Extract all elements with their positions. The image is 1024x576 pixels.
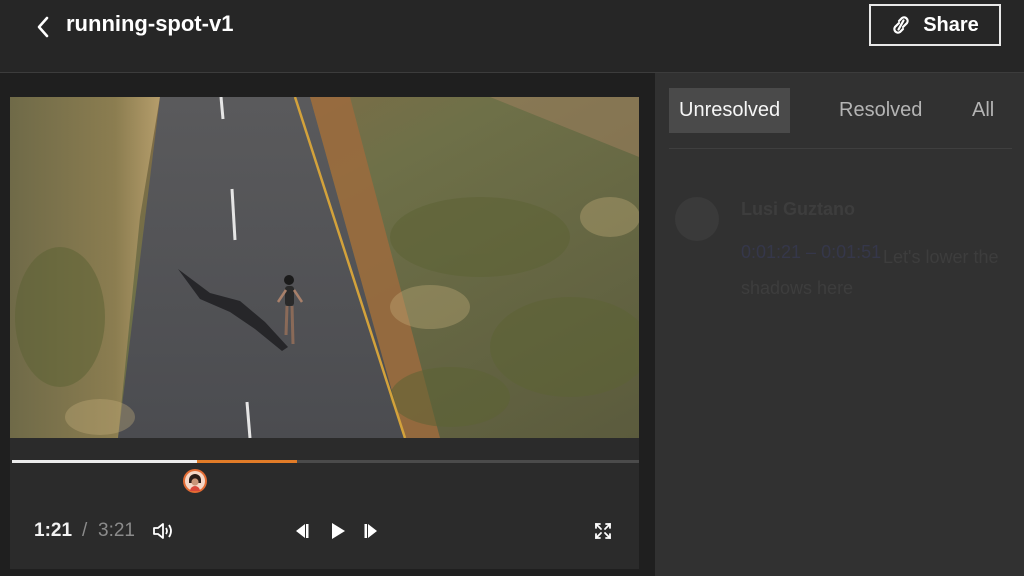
volume-button[interactable] (151, 518, 177, 544)
comment-author: Lusi Guztano (741, 199, 855, 219)
next-frame-icon (364, 524, 377, 538)
page-title: running-spot-v1 (66, 11, 234, 36)
previous-frame-icon (296, 524, 309, 538)
timeline-played (12, 460, 197, 463)
time-separator: / (82, 520, 88, 541)
tab-label: All (972, 99, 995, 121)
timeline-comment-range (196, 460, 298, 463)
current-time: 1:21 (34, 520, 73, 541)
link-icon (893, 16, 909, 34)
tab-resolved[interactable]: Resolved (839, 88, 922, 133)
video-frame[interactable] (10, 97, 639, 438)
video-image (10, 97, 639, 438)
back-button[interactable] (30, 12, 56, 42)
previous-frame-button[interactable] (288, 518, 314, 544)
tabs-divider (669, 148, 1012, 149)
avatar (185, 471, 205, 491)
tab-label: Unresolved (679, 99, 781, 121)
comment-marker-avatar[interactable] (183, 469, 207, 493)
tab-all[interactable]: All (972, 88, 994, 133)
player-controls: 1:21 / 3:21 (10, 438, 639, 569)
tab-label: Resolved (839, 99, 923, 121)
comments-panel: Unresolved Resolved All Lusi Guztano 0:0… (655, 73, 1024, 576)
tab-unresolved[interactable]: Unresolved (669, 88, 791, 133)
fullscreen-icon (595, 523, 611, 539)
next-frame-button[interactable] (359, 518, 385, 544)
share-label: Share (923, 13, 979, 36)
app-header: running-spot-v1 Share (0, 0, 1024, 73)
volume-icon (153, 523, 172, 539)
fullscreen-button[interactable] (590, 518, 616, 544)
timeline-scrubber[interactable] (12, 460, 639, 463)
avatar (675, 197, 719, 241)
share-button[interactable]: Share (869, 4, 1001, 46)
play-button[interactable] (325, 518, 351, 544)
comment-text: Let's lower the shadows here (741, 247, 999, 298)
total-duration: 3:21 (98, 520, 135, 541)
chevron-left-icon (37, 16, 49, 38)
play-icon (332, 523, 345, 539)
